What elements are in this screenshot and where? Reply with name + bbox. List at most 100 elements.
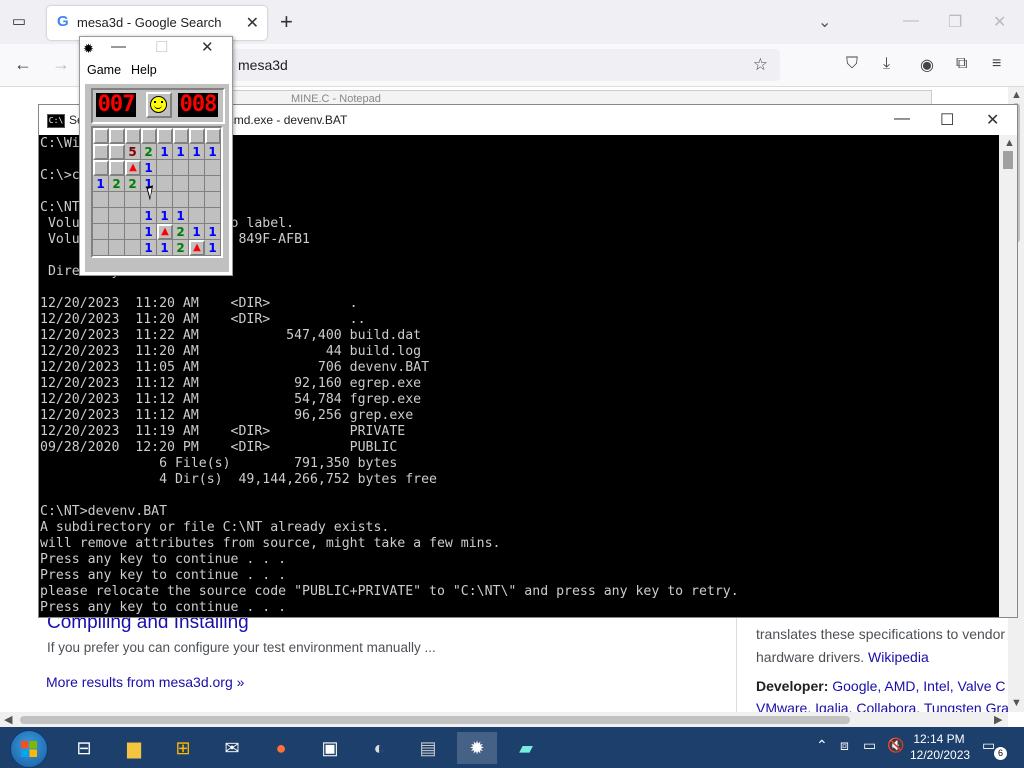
mine-cell[interactable] bbox=[205, 160, 221, 176]
mine-cell[interactable] bbox=[109, 224, 125, 240]
mine-cell[interactable] bbox=[205, 208, 221, 224]
clock-app-icon[interactable]: ◐ bbox=[359, 732, 399, 764]
extensions-icon[interactable]: ⧉ bbox=[956, 55, 967, 73]
close-window-icon[interactable]: ✕ bbox=[993, 12, 1006, 32]
cmd-maximize-icon[interactable]: ☐ bbox=[940, 110, 954, 130]
mine-cell[interactable] bbox=[109, 208, 125, 224]
mine-cell[interactable] bbox=[93, 224, 109, 240]
restore-icon[interactable]: ❐ bbox=[948, 12, 962, 32]
flag-icon[interactable]: ▲ bbox=[125, 160, 141, 176]
tab-list-icon[interactable]: ▭ bbox=[8, 12, 30, 32]
mine-cell[interactable]: 1 bbox=[173, 208, 189, 224]
cmd-scroll-up-icon[interactable]: ▲ bbox=[1004, 137, 1015, 149]
cmd-taskbar-icon[interactable]: ▣ bbox=[310, 732, 350, 764]
forward-icon[interactable]: → bbox=[52, 54, 70, 75]
mine-cell[interactable]: 1 bbox=[93, 176, 109, 192]
mine-cell[interactable]: 1 bbox=[141, 160, 157, 176]
mine-cell[interactable] bbox=[157, 128, 173, 144]
mine-cell[interactable] bbox=[93, 128, 109, 144]
scroll-down-icon[interactable]: ▼ bbox=[1011, 697, 1022, 709]
mine-minimize-icon[interactable]: — bbox=[111, 38, 126, 55]
hscrollbar-thumb[interactable] bbox=[20, 716, 850, 724]
mine-cell[interactable] bbox=[157, 176, 173, 192]
bookmark-star-icon[interactable]: ☆ bbox=[753, 55, 768, 75]
mine-cell[interactable]: 2 bbox=[125, 176, 141, 192]
firefox-icon[interactable]: ● bbox=[261, 732, 301, 764]
mine-cell[interactable] bbox=[189, 128, 205, 144]
store-icon[interactable]: ⊞ bbox=[163, 732, 203, 764]
mine-cell[interactable]: 2 bbox=[109, 176, 125, 192]
mine-cell[interactable] bbox=[93, 208, 109, 224]
mine-cell[interactable] bbox=[157, 160, 173, 176]
mine-cell[interactable] bbox=[109, 192, 125, 208]
mine-cell[interactable] bbox=[109, 128, 125, 144]
mine-cell[interactable] bbox=[173, 160, 189, 176]
mine-cell[interactable]: 1 bbox=[141, 240, 157, 256]
mine-cell[interactable]: 1 bbox=[141, 224, 157, 240]
account-icon[interactable]: ◉ bbox=[920, 55, 934, 75]
mine-cell[interactable]: 2 bbox=[141, 144, 157, 160]
list-all-tabs-icon[interactable]: ⌄ bbox=[818, 12, 831, 32]
notifications-icon[interactable]: ▭ 6 bbox=[982, 737, 1007, 760]
network-icon[interactable]: ▭ bbox=[863, 737, 876, 754]
mine-cell[interactable] bbox=[157, 192, 173, 208]
mine-cell[interactable] bbox=[205, 176, 221, 192]
system-clock[interactable]: 12:14 PM 12/20/2023 bbox=[910, 731, 970, 763]
developer-links-1[interactable]: Google, AMD, Intel, Valve C bbox=[828, 678, 1005, 694]
mine-cell[interactable] bbox=[141, 128, 157, 144]
mine-cell[interactable]: 1 bbox=[205, 224, 221, 240]
mine-close-icon[interactable]: ✕ bbox=[201, 38, 214, 56]
reset-smiley-button[interactable] bbox=[146, 92, 172, 118]
cmd-close-icon[interactable]: ✕ bbox=[986, 110, 999, 130]
new-tab-icon[interactable]: + bbox=[280, 9, 293, 35]
menu-game[interactable]: Game bbox=[87, 63, 121, 77]
minesweeper-window[interactable]: ✹ — ☐ ✕ Game Help 007 008 5 2 1 1 1 1 ▲ 1 1 2 2 1 1 1… bbox=[79, 36, 233, 276]
mine-cell[interactable] bbox=[93, 144, 109, 160]
menu-icon[interactable]: ≡ bbox=[992, 55, 1001, 73]
flag-icon[interactable]: ▲ bbox=[189, 240, 205, 256]
mine-cell[interactable] bbox=[109, 160, 125, 176]
mine-cell[interactable] bbox=[125, 192, 141, 208]
scroll-left-icon[interactable]: ◀ bbox=[4, 713, 12, 726]
start-button[interactable] bbox=[10, 730, 48, 768]
mine-cell[interactable]: 2 bbox=[173, 224, 189, 240]
minesweeper-taskbar-icon[interactable]: ✹ bbox=[457, 732, 497, 764]
mine-cell[interactable] bbox=[173, 176, 189, 192]
mine-cell[interactable] bbox=[125, 128, 141, 144]
mine-cell[interactable] bbox=[189, 208, 205, 224]
mine-cell[interactable] bbox=[93, 160, 109, 176]
mine-cell[interactable] bbox=[189, 176, 205, 192]
mine-cell[interactable]: 5 bbox=[125, 144, 141, 160]
mine-cell[interactable] bbox=[189, 192, 205, 208]
network-adapter-icon[interactable]: ⧈ bbox=[840, 737, 849, 754]
flag-icon[interactable]: ▲ bbox=[157, 224, 173, 240]
scroll-up-icon[interactable]: ▲ bbox=[1011, 89, 1022, 101]
mine-cell[interactable]: 1 bbox=[141, 208, 157, 224]
mine-cell[interactable] bbox=[205, 128, 221, 144]
menu-help[interactable]: Help bbox=[131, 63, 157, 77]
wikipedia-link[interactable]: Wikipedia bbox=[868, 649, 929, 665]
cmd-minimize-icon[interactable]: — bbox=[894, 110, 910, 128]
show-hidden-icons-icon[interactable]: ⌃ bbox=[816, 737, 828, 754]
pocket-icon[interactable]: ⛉ bbox=[846, 55, 858, 73]
file-explorer-icon[interactable]: ▆ bbox=[114, 732, 154, 764]
mine-cell[interactable]: 2 bbox=[173, 240, 189, 256]
mine-cell[interactable] bbox=[125, 224, 141, 240]
scroll-right-icon[interactable]: ▶ bbox=[994, 713, 1002, 726]
mine-cell[interactable] bbox=[205, 192, 221, 208]
more-results-link[interactable]: More results from mesa3d.org » bbox=[46, 674, 244, 690]
notepad-taskbar-icon[interactable]: ▰ bbox=[506, 732, 546, 764]
back-icon[interactable]: ← bbox=[14, 54, 32, 75]
mine-cell[interactable] bbox=[109, 144, 125, 160]
mail-icon[interactable]: ✉ bbox=[212, 732, 252, 764]
mine-cell[interactable]: 1 bbox=[157, 144, 173, 160]
mine-field[interactable]: 5 2 1 1 1 1 ▲ 1 1 2 2 1 1 1 1 1 ▲ 2 1 1 1 1 2 ▲ 1 bbox=[91, 126, 223, 258]
tab-google-search[interactable]: G mesa3d - Google Search ✕ bbox=[47, 6, 267, 40]
cmd-scrollbar[interactable]: ▲ bbox=[999, 135, 1017, 617]
mine-cell[interactable] bbox=[125, 208, 141, 224]
mine-cell[interactable]: 1 bbox=[157, 240, 173, 256]
mine-cell[interactable] bbox=[173, 192, 189, 208]
mine-cell[interactable]: 1 bbox=[205, 240, 221, 256]
app-window-icon[interactable]: ▤ bbox=[408, 732, 448, 764]
mine-cell[interactable] bbox=[109, 240, 125, 256]
